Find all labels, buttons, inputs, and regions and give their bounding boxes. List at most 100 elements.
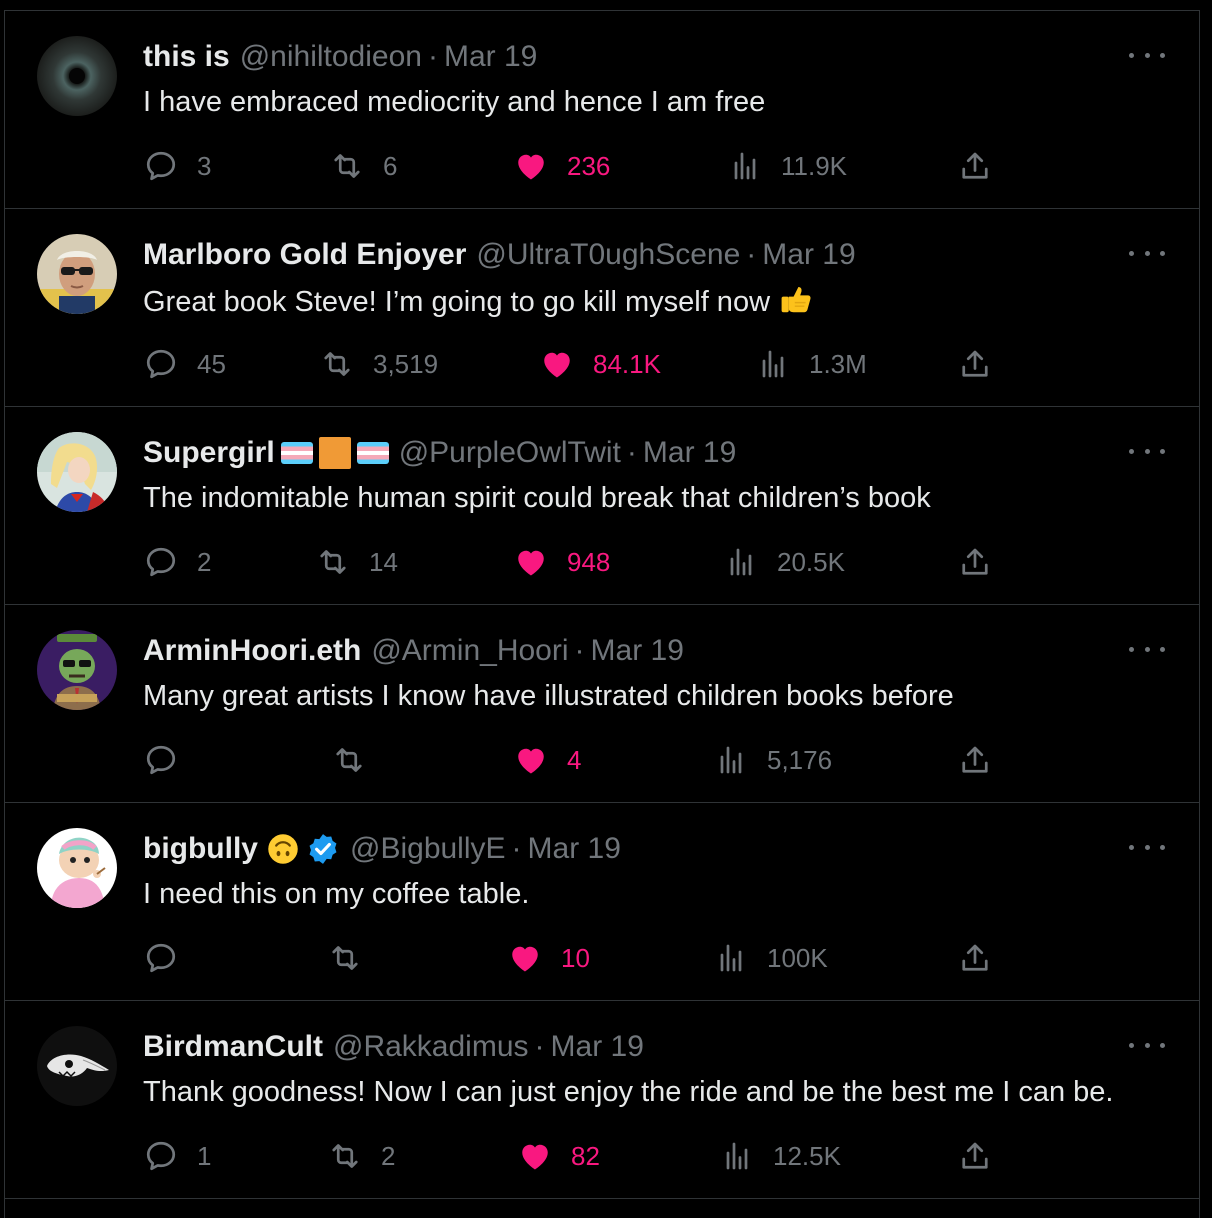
view-count: 5,176 [767,744,833,775]
share-icon [962,1142,988,1169]
display-name[interactable]: bigbully [143,831,258,867]
tweet[interactable]: Marlboro Gold Enjoyer @UltraT0ughScene ·… [5,208,1199,406]
retweet-count: 3,519 [373,348,439,379]
more-options-icon[interactable] [1129,243,1165,263]
display-name[interactable]: BirdmanCult [143,1029,323,1065]
retweet-button[interactable]: 6 [329,144,397,188]
analytics-icon [720,944,742,972]
action-bar: 3 6 236 11.9K [143,144,1003,188]
reply-button[interactable]: 2 [143,540,211,584]
reply-icon [146,151,176,181]
separator: · [746,238,757,271]
more-options-icon[interactable] [1129,837,1165,857]
heart-icon [518,550,544,576]
display-name[interactable]: this is [143,39,230,75]
tweet-date[interactable]: Mar 19 [444,39,537,75]
retweet-button[interactable]: 3,519 [319,342,438,386]
reply-button[interactable]: 1 [143,1134,211,1178]
reply-button[interactable]: 45 [143,342,226,386]
views-button[interactable]: 11.9K [727,144,847,188]
views-button[interactable]: 100K [713,936,828,980]
share-button[interactable] [957,1134,993,1178]
heart-icon [518,154,544,180]
like-button[interactable]: 4 [513,738,581,782]
action-bar: 1 2 82 12.5K [143,1134,1003,1178]
tweet-date[interactable]: Mar 19 [551,1029,644,1065]
more-options-icon[interactable] [1129,45,1165,65]
reply-icon [146,745,176,775]
more-options-icon[interactable] [1129,639,1165,659]
tweet-date[interactable]: Mar 19 [591,633,684,669]
user-handle[interactable]: @PurpleOwlTwit [399,435,621,471]
views-button[interactable]: 1.3M [755,342,867,386]
user-handle[interactable]: @UltraT0ughScene [476,237,740,273]
action-bar: 45 3,519 84.1K 1.3M [143,342,1003,386]
user-handle[interactable]: @nihiltodieon [240,39,422,75]
view-count: 11.9K [781,150,848,181]
views-button[interactable]: 12.5K [719,1134,841,1178]
heart-icon [518,748,544,774]
tweet-date[interactable]: Mar 19 [762,237,855,273]
display-name[interactable]: Supergirl [143,435,275,471]
heart-icon [512,946,538,972]
share-button[interactable] [957,738,993,782]
more-options-icon[interactable] [1129,1035,1165,1055]
like-button[interactable]: 82 [517,1134,600,1178]
reply-feed: this is @nihiltodieon · Mar 19 I have em… [4,10,1200,1218]
reply-icon [146,1141,176,1171]
retweet-icon [336,748,362,772]
avatar[interactable] [37,1026,117,1106]
avatar[interactable] [37,828,117,908]
reply-button[interactable]: 3 [143,144,211,188]
retweet-button[interactable]: 2 [327,1134,395,1178]
tweet-date[interactable]: Mar 19 [528,831,621,867]
thumbs-up-icon [781,287,811,313]
tweet[interactable]: bigbully @BigbullyE · Mar 19 I need this… [5,802,1199,1000]
tweet[interactable]: BirdmanCult @Rakkadimus · Mar 19 Thank g… [5,1000,1199,1198]
more-options-icon[interactable] [1129,441,1165,461]
avatar[interactable] [37,630,117,710]
reply-button[interactable] [143,936,197,980]
tweet-text-content: Great book Steve! I’m going to go kill m… [143,286,771,318]
user-handle[interactable]: @BigbullyE [350,831,506,867]
reply-button[interactable] [143,738,197,782]
share-button[interactable] [957,144,993,188]
display-name[interactable]: ArminHoori.eth [143,633,361,669]
tweet-header: Marlboro Gold Enjoyer @UltraT0ughScene ·… [143,237,856,273]
tweet-header: BirdmanCult @Rakkadimus · Mar 19 [143,1029,644,1065]
view-count: 1.3M [809,348,867,379]
share-button[interactable] [957,540,993,584]
avatar[interactable] [37,234,117,314]
retweet-icon [320,550,346,574]
verified-badge-icon [309,834,337,864]
like-button[interactable]: 84.1K [539,342,661,386]
avatar[interactable] [37,36,117,116]
tweet-header: bigbully @BigbullyE · Mar 19 [143,831,621,867]
avatar[interactable] [37,432,117,512]
tweet[interactable]: this is @nihiltodieon · Mar 19 I have em… [5,10,1199,208]
like-count: 948 [567,546,611,577]
retweet-button[interactable]: 14 [315,540,398,584]
retweet-count: 6 [383,150,398,181]
tweet-header: Supergirl @PurpleOwlTwit · Mar 19 [143,435,736,471]
retweet-button[interactable] [327,936,381,980]
like-button[interactable]: 948 [513,540,610,584]
tweet[interactable]: ArminHoori.eth @Armin_Hoori · Mar 19 Man… [5,604,1199,802]
tweet-date[interactable]: Mar 19 [643,435,736,471]
tweet[interactable]: Supergirl @PurpleOwlTwit · Mar 19 The in… [5,406,1199,604]
like-button[interactable]: 236 [513,144,610,188]
separator: · [626,436,637,469]
tweet-text: I have embraced mediocrity and hence I a… [143,86,766,118]
like-count: 84.1K [593,348,661,379]
views-button[interactable]: 20.5K [723,540,845,584]
retweet-button[interactable] [331,738,385,782]
views-button[interactable]: 5,176 [713,738,832,782]
share-button[interactable] [957,936,993,980]
user-handle[interactable]: @Armin_Hoori [371,633,568,669]
action-bar: 2 14 948 20.5K [143,540,1003,584]
display-name[interactable]: Marlboro Gold Enjoyer [143,237,466,273]
like-button[interactable]: 10 [507,936,590,980]
user-handle[interactable]: @Rakkadimus [333,1029,529,1065]
share-button[interactable] [957,342,993,386]
analytics-icon [720,746,742,774]
